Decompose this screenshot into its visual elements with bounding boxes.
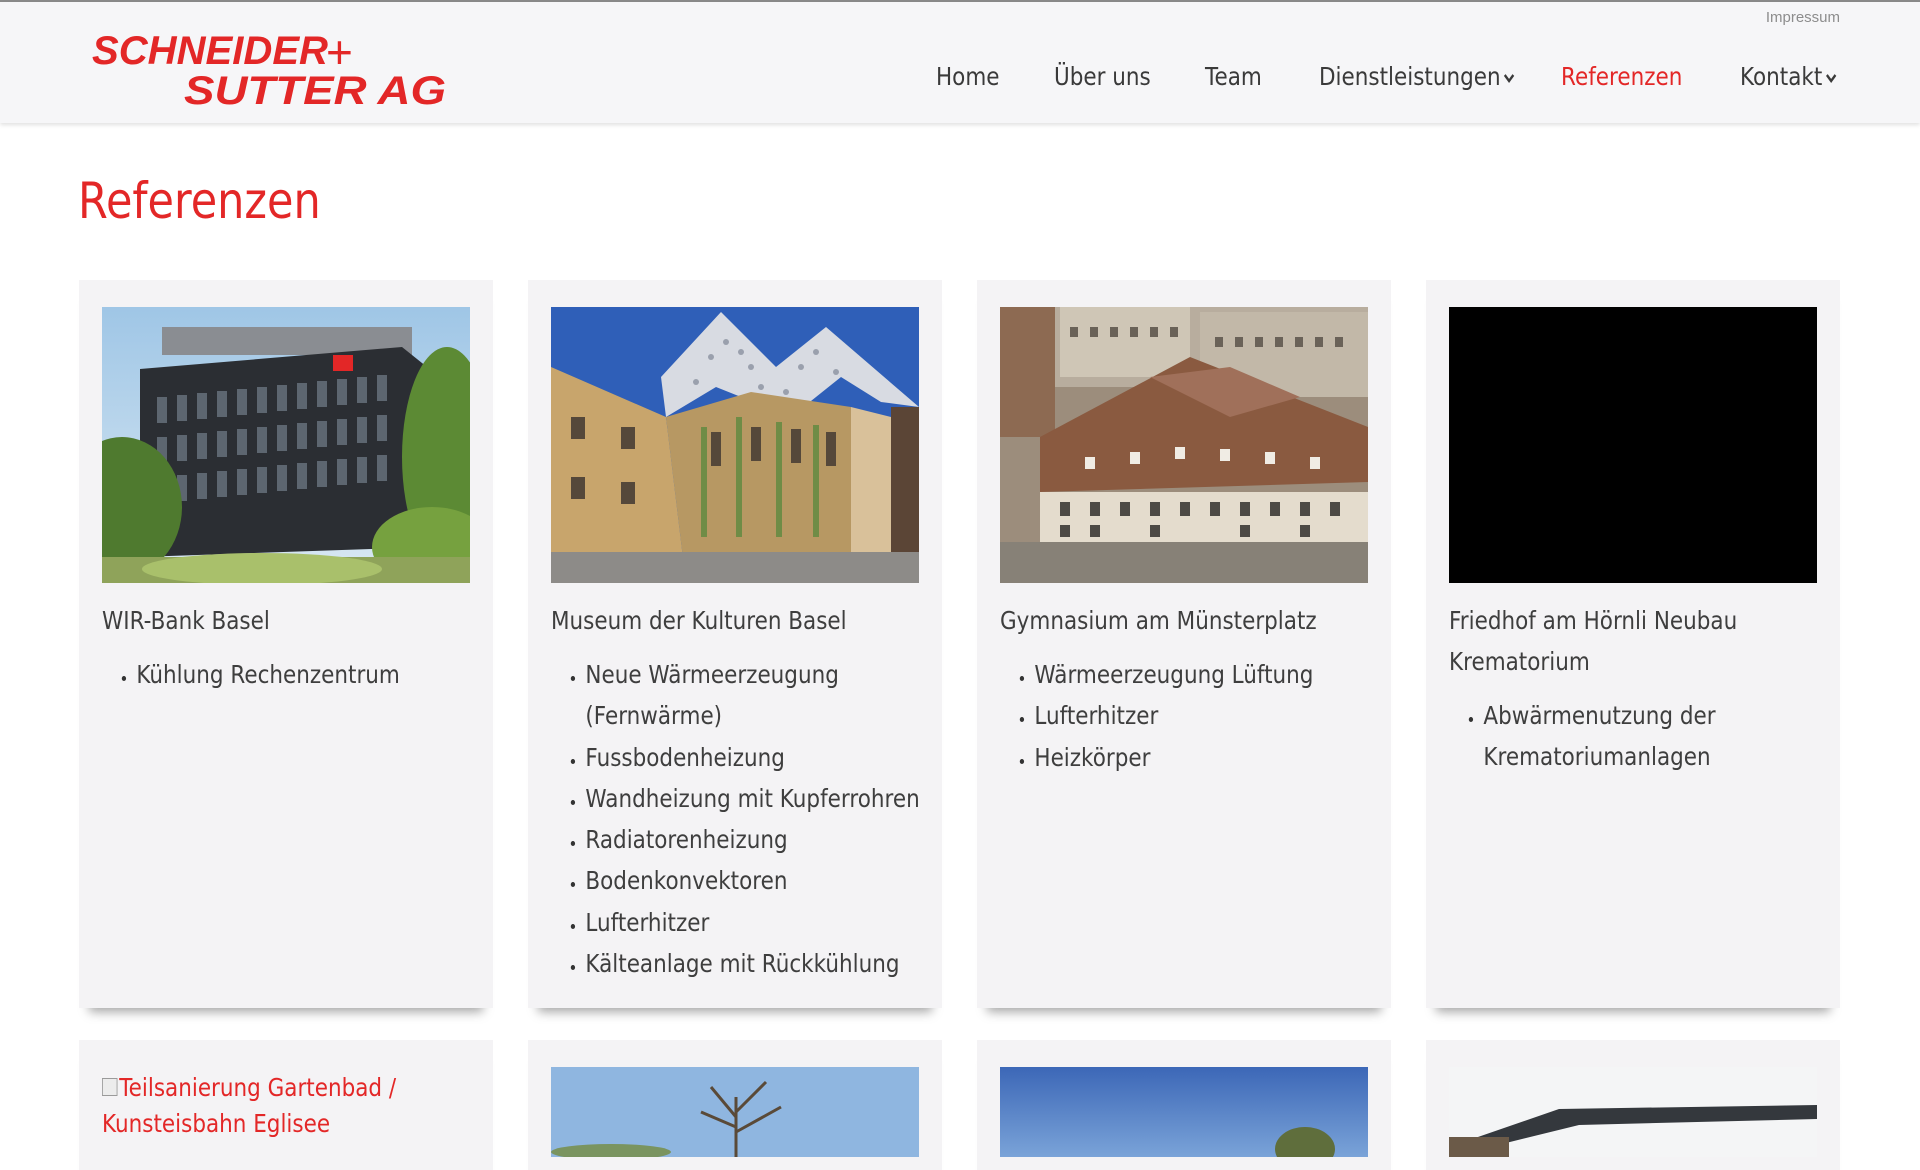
- list-item: Bodenkonvektoren: [585, 860, 955, 901]
- impressum-link[interactable]: Impressum: [1766, 9, 1840, 26]
- page-title: Referenzen: [78, 172, 321, 230]
- list-item: Wandheizung mit Kupferrohren: [585, 778, 955, 819]
- nav-team[interactable]: Team: [1205, 62, 1262, 91]
- list-item: Kälteanlage mit Rückkühlung: [585, 943, 955, 984]
- reference-image-black[interactable]: [1449, 307, 1817, 583]
- reference-card: [528, 1040, 942, 1170]
- list-item: Heizkörper: [1034, 737, 1404, 778]
- reference-services-list: Kühlung Rechenzentrum: [102, 654, 506, 695]
- reference-services-list: Abwärmenutzung der Krematoriumanlagen: [1449, 695, 1853, 778]
- reference-card: Museum der Kulturen Basel Neue Wärmeerze…: [528, 280, 942, 1008]
- reference-title: Friedhof am Hörnli Neubau Krematorium: [1449, 606, 1738, 676]
- reference-image[interactable]: [1000, 307, 1368, 583]
- reference-card: [977, 1040, 1391, 1170]
- list-item: Wärmeerzeugung Lüftung: [1034, 654, 1404, 695]
- broken-image-icon: [102, 1078, 118, 1096]
- list-item: Kühlung Rechenzentrum: [136, 654, 506, 695]
- reference-title: WIR-Bank Basel: [102, 606, 270, 635]
- reference-image[interactable]: [1000, 1067, 1368, 1157]
- reference-services-list: Neue Wärmeerzeugung (Fernwärme) Fussbode…: [551, 654, 955, 984]
- reference-card: WIR-Bank Basel Kühlung Rechenzentrum: [79, 280, 493, 1008]
- reference-card: [1426, 1040, 1840, 1170]
- nav-dienstleistungen-label: Dienstleistungen: [1319, 62, 1501, 91]
- site-header: SCHNEIDER SUTTER AG + Impressum Home Übe…: [0, 2, 1920, 123]
- nav-dienstleistungen[interactable]: Dienstleistungen: [1319, 62, 1516, 91]
- reference-card: Gymnasium am Münsterplatz Wärmeerzeugung…: [977, 280, 1391, 1008]
- reference-image[interactable]: [1449, 1067, 1817, 1157]
- nav-referenzen[interactable]: Referenzen: [1561, 62, 1682, 91]
- list-item: Neue Wärmeerzeugung (Fernwärme): [585, 654, 955, 737]
- reference-card: Friedhof am Hörnli Neubau Krematorium Ab…: [1426, 280, 1840, 1008]
- reference-image[interactable]: [551, 307, 919, 583]
- list-item: Lufterhitzer: [1034, 695, 1404, 736]
- nav-home[interactable]: Home: [936, 62, 999, 91]
- reference-title: Museum der Kulturen Basel: [551, 606, 847, 635]
- reference-title: Gymnasium am Münsterplatz: [1000, 606, 1317, 635]
- reference-image[interactable]: [102, 307, 470, 583]
- reference-image[interactable]: [551, 1067, 919, 1157]
- nav-kontakt-label: Kontakt: [1740, 62, 1823, 91]
- chevron-down-icon: [1825, 74, 1837, 84]
- list-item: Radiatorenheizung: [585, 819, 955, 860]
- broken-image-alt-text: Teilsanierung Gartenbad / Kunsteisbahn E…: [102, 1073, 397, 1138]
- list-item: Fussbodenheizung: [585, 737, 955, 778]
- broken-image-alt-link[interactable]: Teilsanierung Gartenbad / Kunsteisbahn E…: [102, 1070, 412, 1142]
- list-item: Lufterhitzer: [585, 902, 955, 943]
- list-item: Abwärmenutzung der Krematoriumanlagen: [1483, 695, 1853, 778]
- main-nav: Home Über uns Team Dienstleistungen Refe…: [0, 62, 1920, 102]
- nav-ueber-uns[interactable]: Über uns: [1054, 62, 1151, 91]
- chevron-down-icon: [1504, 74, 1515, 84]
- nav-kontakt[interactable]: Kontakt: [1740, 62, 1838, 91]
- reference-services-list: Wärmeerzeugung Lüftung Lufterhitzer Heiz…: [1000, 654, 1404, 778]
- reference-card: Teilsanierung Gartenbad / Kunsteisbahn E…: [79, 1040, 493, 1170]
